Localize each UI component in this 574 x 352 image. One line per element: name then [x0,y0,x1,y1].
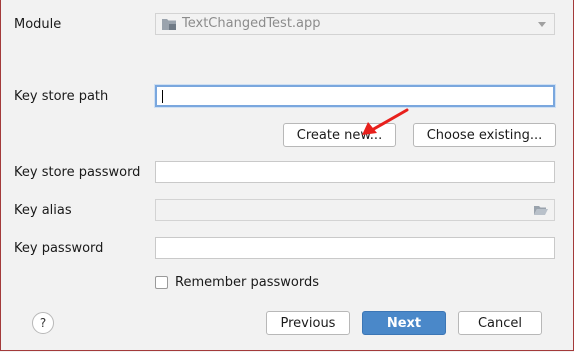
key-password-label: Key password [14,241,104,256]
module-label: Module [14,17,62,32]
module-select[interactable]: TextChangedTest.app [155,13,555,35]
module-folder-icon [162,19,176,30]
text-caret [162,90,163,103]
key-store-path-input[interactable] [155,85,555,107]
key-store-password-label: Key store password [14,165,141,180]
remember-passwords-label: Remember passwords [175,275,319,290]
previous-button[interactable]: Previous [266,311,350,335]
key-store-path-label: Key store path [14,89,109,104]
cancel-button[interactable]: Cancel [458,311,542,335]
choose-existing-button[interactable]: Choose existing... [413,123,556,147]
create-apk-dialog: Module TextChangedTest.app Key store pat… [0,0,574,351]
folder-open-icon[interactable] [533,204,549,216]
module-value: TextChangedTest.app [182,16,321,31]
key-alias-input[interactable] [155,199,555,221]
key-store-password-input[interactable] [155,161,555,183]
remember-passwords-checkbox[interactable] [155,276,168,289]
chevron-down-icon [538,22,546,27]
key-password-input[interactable] [155,237,555,259]
next-button[interactable]: Next [362,311,446,335]
key-alias-label: Key alias [14,203,72,218]
help-button[interactable]: ? [32,312,54,334]
annotation-arrow-icon [362,108,409,135]
